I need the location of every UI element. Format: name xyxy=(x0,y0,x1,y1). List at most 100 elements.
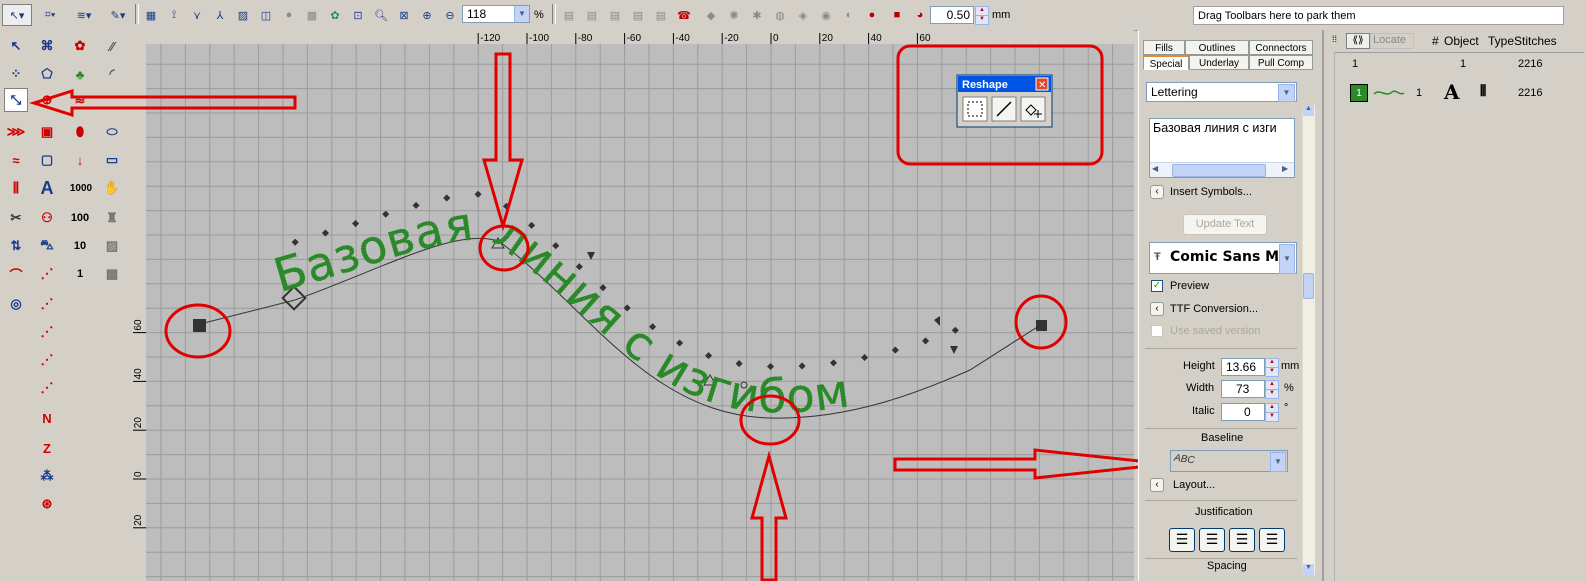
dotted-line-icon[interactable]: ⋰ xyxy=(35,320,59,344)
stitch-icon[interactable]: ≋ xyxy=(68,88,92,112)
column-header-number[interactable]: # xyxy=(1432,34,1439,48)
baseline-end-handle[interactable] xyxy=(1036,320,1047,331)
baseline-tool-icon[interactable]: ⤡ xyxy=(4,88,28,112)
font-select[interactable]: Ŧ Comic Sans M.. ▼ xyxy=(1149,242,1297,274)
chevron-down-icon[interactable]: ▼ xyxy=(1278,84,1295,102)
design-canvas[interactable]: -120 -100 -80 -60 -40 -20 0 20 40 60 60 40 20 0 20 Ба… xyxy=(130,30,1134,581)
reshape-add-node-button[interactable] xyxy=(1020,96,1046,122)
layout-expander[interactable]: ‹ xyxy=(1150,478,1164,492)
stop-icon[interactable]: ● xyxy=(861,4,883,26)
circle-icon[interactable]: ● xyxy=(278,4,300,26)
target-icon[interactable]: ⊕ xyxy=(35,88,59,112)
baseline-start-handle[interactable] xyxy=(193,319,206,332)
color-swatch[interactable]: 1 xyxy=(1350,84,1368,102)
expand-collapse-button[interactable]: ⟪⟫ xyxy=(1346,33,1370,49)
tab-fills[interactable]: Fills xyxy=(1143,40,1185,55)
stitch-type-dropdown-icon[interactable]: ≋▾ xyxy=(68,4,100,26)
panel-scrollbar[interactable]: ▲ ▼ xyxy=(1302,105,1315,575)
toolbar-park-area[interactable]: Drag Toolbars here to park them xyxy=(1193,6,1564,25)
tab-outlines[interactable]: Outlines xyxy=(1185,40,1249,55)
tab-special[interactable]: Special xyxy=(1143,55,1189,70)
zoom-selection-icon[interactable]: ⊠ xyxy=(393,4,415,26)
zigzag-icon[interactable]: ≈ xyxy=(4,148,28,172)
align-center-button[interactable]: ☰ xyxy=(1199,528,1225,552)
needle-icon[interactable]: ⟟ xyxy=(163,4,185,26)
update-text-button[interactable]: Update Text xyxy=(1183,214,1267,235)
mirror-icon[interactable]: ⇅ xyxy=(4,234,28,258)
align-icon[interactable]: ▤ xyxy=(604,4,626,26)
color-blend-icon[interactable]: ◕ xyxy=(909,4,931,26)
reshape-toolbar[interactable]: Reshape ✕ xyxy=(956,74,1053,128)
target-dots-icon[interactable]: ⊛ xyxy=(35,492,59,516)
chevron-down-icon[interactable]: ▼ xyxy=(1279,244,1295,274)
color-sort-icon[interactable]: ▨ xyxy=(232,4,254,26)
dotted-line-icon[interactable]: ⋰ xyxy=(35,376,59,400)
people-icon[interactable]: ⚇ xyxy=(35,206,59,230)
spin-down-icon[interactable]: ▼ xyxy=(1265,367,1279,377)
align-icon[interactable]: ▤ xyxy=(558,4,580,26)
align-justify-button[interactable]: ☰ xyxy=(1259,528,1285,552)
lettering-icon[interactable]: A xyxy=(35,176,59,200)
bus-icon[interactable]: ⛍ xyxy=(35,234,59,258)
line-icon[interactable]: ∕∕ xyxy=(100,34,124,58)
object-type-select[interactable]: Lettering ▼ xyxy=(1146,82,1297,102)
tab-connectors[interactable]: Connectors xyxy=(1249,40,1313,55)
arrow-down-icon[interactable]: ↓ xyxy=(68,148,92,172)
align-icon[interactable]: ▤ xyxy=(627,4,649,26)
count-1000-icon[interactable]: 1000 xyxy=(66,176,96,200)
connector-icon[interactable]: ⋎ xyxy=(186,4,208,26)
spin-down-icon[interactable]: ▼ xyxy=(975,15,989,25)
shape-icon[interactable]: ⬠ xyxy=(35,62,59,86)
zoom-in-icon[interactable]: ⊕ xyxy=(416,4,438,26)
column-header-stitches[interactable]: Stitches xyxy=(1514,34,1557,48)
align-icon[interactable]: ▤ xyxy=(581,4,603,26)
scroll-thumb[interactable] xyxy=(1172,164,1266,177)
dotted-line-icon[interactable]: ⋰ xyxy=(35,348,59,372)
box-stitch-icon[interactable]: ▣ xyxy=(35,120,59,144)
tab-underlay[interactable]: Underlay xyxy=(1189,55,1249,70)
reshape-dropdown-icon[interactable]: ⌗▾ xyxy=(34,4,66,26)
dotted-line-icon[interactable]: ⋰ xyxy=(35,292,59,316)
insert-symbols-expander[interactable]: ‹ xyxy=(1150,185,1164,199)
flower-icon[interactable]: ✿ xyxy=(68,34,92,58)
zoom-box-icon[interactable]: 🔍︎ xyxy=(370,4,392,26)
run-stitch-icon[interactable]: ⋙ xyxy=(4,120,28,144)
layout-link[interactable]: Layout... xyxy=(1173,479,1215,491)
ttf-conversion-link[interactable]: TTF Conversion... xyxy=(1170,303,1258,315)
figures-icon[interactable]: ♜ xyxy=(100,206,124,230)
arc-icon[interactable]: ◜ xyxy=(100,62,124,86)
pointer-icon[interactable]: ↖ xyxy=(4,34,28,58)
zigzag-n-icon[interactable]: N xyxy=(35,406,59,430)
spin-down-icon[interactable]: ▼ xyxy=(1265,412,1279,422)
branch-icon[interactable]: ⅄ xyxy=(209,4,231,26)
letter-position-marker[interactable] xyxy=(922,337,930,345)
align-right-button[interactable]: ☰ xyxy=(1229,528,1255,552)
zigzag-z-icon[interactable]: Z xyxy=(35,436,59,460)
italic-input[interactable]: 0 xyxy=(1221,403,1265,421)
reshape-select-all-button[interactable] xyxy=(962,96,988,122)
text-horizontal-scrollbar[interactable]: ◀ ▶ xyxy=(1150,162,1294,177)
zoom-out-icon[interactable]: ⊖ xyxy=(439,4,461,26)
align-left-button[interactable]: ☰ xyxy=(1169,528,1195,552)
scroll-thumb[interactable] xyxy=(1303,273,1314,299)
tree-icon[interactable]: ♣ xyxy=(68,62,92,86)
select-tool-icon[interactable]: ↖▾ xyxy=(2,4,32,26)
telephone-icon[interactable]: ☎ xyxy=(673,4,695,26)
scroll-left-icon[interactable]: ◀ xyxy=(1152,164,1162,175)
pattern-icon[interactable]: ▩ xyxy=(301,4,323,26)
texture-icon[interactable]: ▨ xyxy=(100,234,124,258)
frame-icon[interactable]: ▢ xyxy=(35,148,59,172)
count-100-icon[interactable]: 100 xyxy=(68,206,92,230)
scatter-select-icon[interactable]: ⁘ xyxy=(4,62,28,86)
lettering-object[interactable]: Базовая линия с изгибом xyxy=(267,196,854,423)
pen-dropdown-icon[interactable]: ✎▾ xyxy=(102,4,134,26)
column-header-object[interactable]: Object xyxy=(1444,34,1479,48)
chevron-down-icon[interactable]: ▼ xyxy=(514,6,529,22)
reshape-icon[interactable]: ⌘ xyxy=(35,34,59,58)
grid-icon[interactable]: ▦ xyxy=(140,4,162,26)
dotted-line-icon[interactable]: ⋰ xyxy=(35,262,59,286)
column-icon[interactable]: ⫼ xyxy=(4,176,28,200)
chevron-down-icon[interactable]: ▼ xyxy=(1270,452,1286,472)
gear-icon[interactable]: ✿ xyxy=(324,4,346,26)
spacing-input[interactable]: 0.50 xyxy=(930,6,974,24)
